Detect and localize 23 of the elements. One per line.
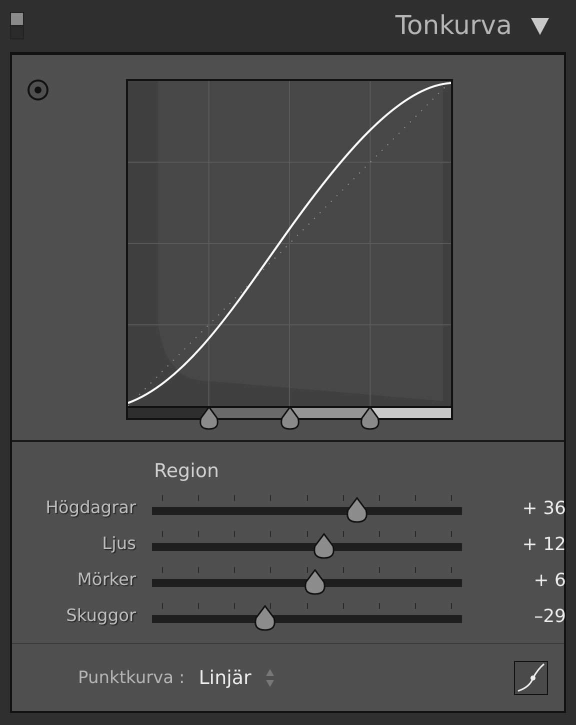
slider-thumb[interactable] [253,605,278,631]
split-handle[interactable] [278,406,300,430]
slider-thumb[interactable] [303,569,328,595]
split-handle[interactable] [359,406,382,430]
split-handle[interactable] [198,406,220,430]
slider-value: –29 [533,606,566,626]
point-curve-dropdown[interactable]: Linjär [198,666,276,688]
section-heading: Region [154,460,220,482]
collapse-triangle-icon[interactable] [530,16,550,36]
slider-value: + 6 [532,570,566,590]
slider-value: + 12 [521,534,566,554]
slider-label: Mörker [76,570,136,590]
up-down-arrows-icon [265,668,276,688]
point-curve-button[interactable] [514,660,548,694]
slider-label: Högdagrar [44,498,136,518]
slider-value: + 36 [521,498,566,518]
slider-thumb[interactable] [344,497,369,523]
panel-title: Tonkurva [395,11,512,41]
point-curve-label: Punktkurva : [78,668,185,688]
slider-label: Skuggor [65,606,136,626]
slider-label: Ljus [101,534,136,554]
panel-switch[interactable] [10,12,24,40]
slider-thumb[interactable] [312,533,336,559]
